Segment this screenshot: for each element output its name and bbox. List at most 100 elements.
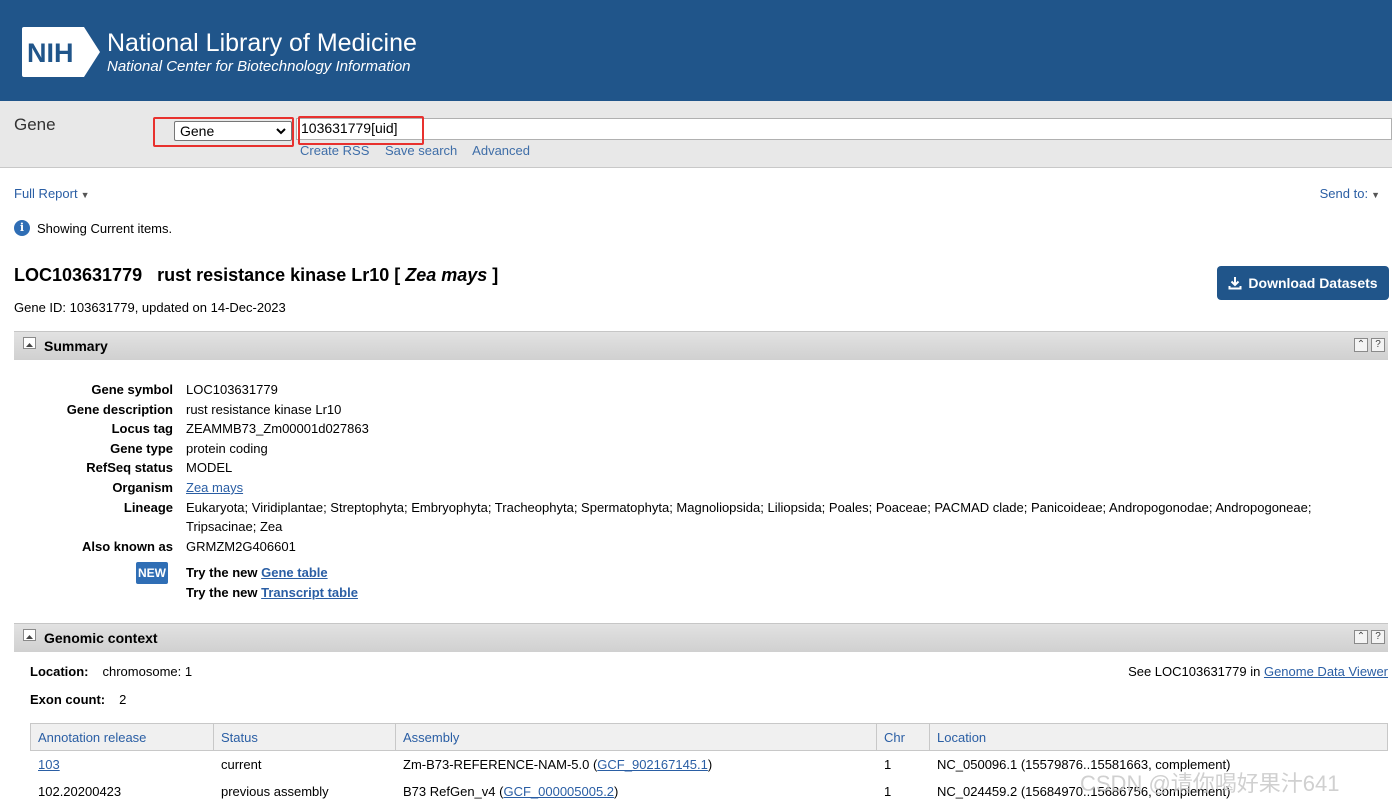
save-search-link[interactable]: Save search <box>385 143 457 158</box>
summary-row: Gene type protein coding <box>14 439 1334 459</box>
scroll-top-icon[interactable]: ⌃ <box>1354 630 1368 644</box>
summary-value: LOC103631779 <box>186 382 278 397</box>
help-icon[interactable]: ? <box>1371 338 1385 352</box>
summary-label: Locus tag <box>111 421 173 437</box>
status-cell: previous assembly <box>213 777 396 805</box>
summary-row: Locus tag ZEAMMB73_Zm00001d027863 <box>14 419 1334 439</box>
assembly-cell: Zm-B73-REFERENCE-NAM-5.0 (GCF_902167145.… <box>395 750 877 778</box>
watermark: CSDN @请你喝好果汁641 <box>1080 771 1340 796</box>
summary-row: Organism Zea mays <box>14 478 1334 498</box>
download-datasets-label: Download Datasets <box>1248 275 1378 291</box>
column-header-location[interactable]: Location <box>929 723 1388 751</box>
svg-text:NIH: NIH <box>27 38 74 68</box>
summary-label: Organism <box>112 479 173 495</box>
summary-label: Also known as <box>81 538 173 554</box>
gene-title-organism: Zea mays <box>405 265 488 285</box>
release-link[interactable]: 103 <box>38 757 60 772</box>
send-to-menu[interactable]: Send to: ▼ <box>1320 186 1380 201</box>
try-gene-table-line: Try the new Gene table <box>186 563 358 583</box>
info-message: i Showing Current items. <box>14 220 172 236</box>
release-cell: 103 <box>30 750 214 778</box>
collapse-toggle-icon[interactable] <box>23 337 36 349</box>
database-select[interactable]: Gene <box>174 121 292 141</box>
summary-label: Gene type <box>110 440 173 456</box>
new-badge: NEW <box>136 562 168 584</box>
assembly-cell: B73 RefGen_v4 (GCF_000005005.2) <box>395 777 877 805</box>
summary-section-header[interactable]: Summary ⌃ ? <box>14 331 1388 360</box>
assembly-accession-link[interactable]: GCF_902167145.1 <box>597 757 708 772</box>
summary-value: MODEL <box>186 460 233 476</box>
summary-row: Lineage Eukaryota; Viridiplantae; Strept… <box>14 498 1334 537</box>
summary-label: RefSeq status <box>86 460 173 476</box>
exon-count-label: Exon count: <box>30 692 106 707</box>
help-icon[interactable]: ? <box>1371 630 1385 644</box>
column-header-release[interactable]: Annotation release <box>30 723 214 751</box>
gene-title-suffix: ] <box>487 265 499 285</box>
exon-count-value: 2 <box>119 692 127 707</box>
database-select-highlight: Gene <box>153 117 294 147</box>
site-title[interactable]: National Library of Medicine <box>107 29 417 57</box>
chevron-down-icon <box>276 128 286 135</box>
database-select-value: Gene <box>180 123 215 139</box>
genome-data-viewer-link[interactable]: Genome Data Viewer <box>1264 664 1388 679</box>
site-header: NIH National Library of Medicine Nationa… <box>0 0 1392 101</box>
summary-label: Gene symbol <box>91 382 173 397</box>
caret-down-icon: ▼ <box>80 190 90 200</box>
collapse-toggle-icon[interactable] <box>23 629 36 641</box>
summary-value: protein coding <box>186 440 268 456</box>
exon-count-line: Exon count: 2 <box>30 692 126 707</box>
summary-value: GRMZM2G406601 <box>186 538 296 554</box>
try-new-tables: Try the new Gene table Try the new Trans… <box>186 563 358 602</box>
table-header-row: Annotation release Status Assembly Chr L… <box>30 723 1388 751</box>
summary-row: RefSeq status MODEL <box>14 458 1334 478</box>
summary-value: rust resistance kinase Lr10 <box>186 401 342 417</box>
assembly-suffix: ) <box>707 756 713 772</box>
create-rss-link[interactable]: Create RSS <box>300 143 369 158</box>
column-header-chr[interactable]: Chr <box>876 723 930 751</box>
try-transcript-table-line: Try the new Transcript table <box>186 583 358 603</box>
summary-value: Zea mays <box>186 478 1334 498</box>
assembly-suffix: ) <box>614 783 619 799</box>
summary-row: Gene symbol LOC103631779 <box>14 380 1334 400</box>
search-bar: Gene Gene 103631779[uid] Create RSS Save… <box>0 101 1392 168</box>
summary-label: Lineage <box>123 499 173 515</box>
info-icon: i <box>14 220 30 236</box>
download-icon <box>1228 277 1242 290</box>
search-links: Create RSS Save search Advanced <box>300 143 542 158</box>
send-to-label: Send to: <box>1319 186 1369 201</box>
assembly-accession-link[interactable]: GCF_000005005.2 <box>503 784 614 799</box>
summary-row: Gene description rust resistance kinase … <box>14 400 1334 420</box>
gene-id-line: Gene ID: 103631779, updated on 14-Dec-20… <box>14 300 286 315</box>
gene-title: LOC103631779 rust resistance kinase Lr10… <box>14 265 498 286</box>
scroll-top-icon[interactable]: ⌃ <box>1354 338 1368 352</box>
full-report-menu[interactable]: Full Report ▼ <box>14 186 90 201</box>
summary-row: Also known as GRMZM2G406601 <box>14 537 1334 557</box>
nih-logo[interactable]: NIH <box>22 27 100 77</box>
database-label: Gene <box>14 115 56 134</box>
search-input[interactable]: 103631779[uid] <box>296 118 1392 140</box>
genomic-context-section-header[interactable]: Genomic context ⌃ ? <box>14 623 1388 652</box>
chr-cell: 1 <box>876 777 930 805</box>
genome-viewer-line: See LOC103631779 in Genome Data Viewer <box>1128 664 1388 679</box>
site-subtitle: National Center for Biotechnology Inform… <box>107 58 411 75</box>
assembly-name: Zm-B73-REFERENCE-NAM-5.0 ( <box>403 756 598 772</box>
section-tools: ⌃ ? <box>1354 338 1385 352</box>
location-line: Location: chromosome: 1 <box>30 664 192 679</box>
try-prefix: Try the new <box>186 565 262 580</box>
summary-label: Gene description <box>66 401 173 417</box>
summary-value: ZEAMMB73_Zm00001d027863 <box>186 421 369 437</box>
download-datasets-button[interactable]: Download Datasets <box>1217 266 1389 300</box>
location-value: chromosome: 1 <box>102 664 193 679</box>
transcript-table-link[interactable]: Transcript table <box>261 585 358 600</box>
advanced-search-link[interactable]: Advanced <box>472 143 530 158</box>
organism-link[interactable]: Zea mays <box>186 480 243 495</box>
section-tools: ⌃ ? <box>1354 630 1385 644</box>
gene-table-link[interactable]: Gene table <box>261 565 327 580</box>
column-header-assembly[interactable]: Assembly <box>395 723 877 751</box>
summary-table: Gene symbol LOC103631779 Gene descriptio… <box>14 380 1334 556</box>
chr-cell: 1 <box>876 750 930 778</box>
column-header-status[interactable]: Status <box>213 723 396 751</box>
summary-value: Eukaryota; Viridiplantae; Streptophyta; … <box>186 499 1312 535</box>
info-text: Showing Current items. <box>37 220 173 236</box>
status-cell: current <box>213 750 396 778</box>
